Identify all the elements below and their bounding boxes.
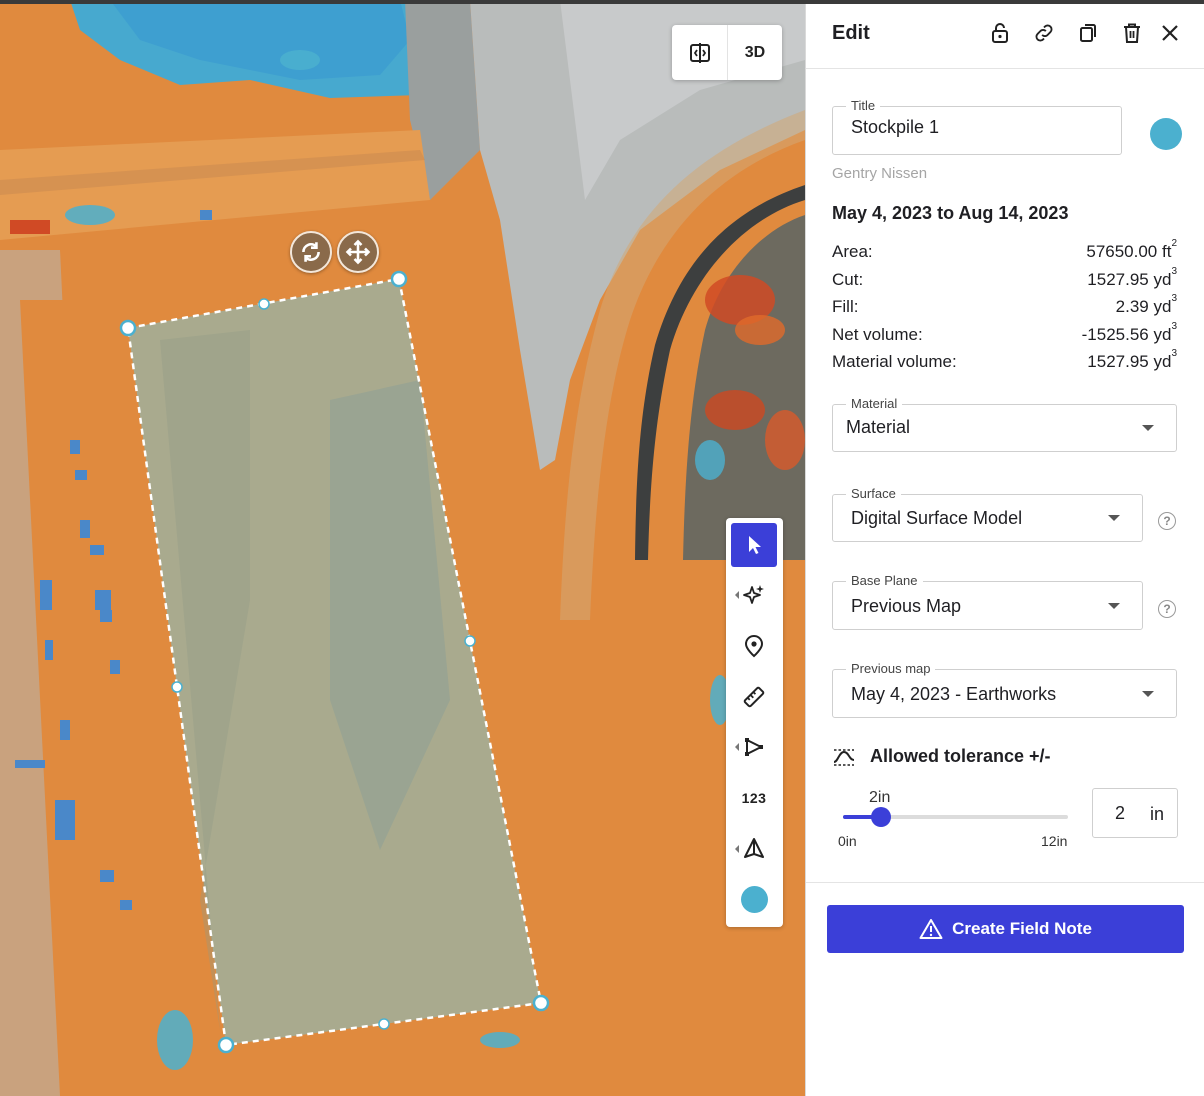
measurement-stats: Area: 57650.00 ft2 Cut: 1527.95 yd3 Fill… (832, 238, 1177, 380)
smart-select-tool[interactable] (731, 573, 777, 617)
surface-help-icon[interactable]: ? (1158, 512, 1176, 530)
expand-caret-icon (735, 591, 739, 599)
title-field-label: Title (846, 98, 881, 113)
base-plane-select-label: Base Plane (846, 573, 923, 588)
move-handle[interactable] (337, 231, 379, 273)
shape-color-picker[interactable] (1150, 118, 1182, 150)
close-icon (1162, 25, 1178, 41)
rotate-icon (302, 242, 320, 262)
previous-map-select-label: Previous map (846, 661, 936, 676)
split-view-icon (689, 42, 710, 63)
surface-select-value: Digital Surface Model (851, 508, 1023, 528)
stat-label: Fill: (832, 297, 859, 316)
stat-value: 1527.95 yd3 (1087, 348, 1177, 371)
panel-title: Edit (832, 22, 870, 44)
rotate-handle[interactable] (290, 231, 332, 273)
material-select-label: Material (846, 396, 903, 411)
panel-header: Edit (806, 4, 1204, 69)
stat-row-material-volume: Material volume: 1527.95 yd3 (832, 348, 1177, 380)
color-swatch-icon (740, 885, 768, 913)
surface-select-label: Surface (846, 486, 901, 501)
copy-icon (1080, 24, 1096, 42)
create-field-note-label: Create Field Note (952, 919, 1092, 938)
stat-label: Material volume: (832, 352, 957, 371)
stat-label: Area: (832, 242, 873, 261)
panel-divider (806, 882, 1204, 883)
create-field-note-button[interactable]: Create Field Note (827, 905, 1184, 953)
split-view-button[interactable] (672, 25, 727, 80)
stat-row-net-volume: Net volume: -1525.56 yd3 (832, 320, 1177, 353)
tolerance-icon (833, 748, 855, 766)
color-tool[interactable] (731, 877, 777, 921)
stat-row-fill: Fill: 2.39 yd3 (832, 293, 1177, 325)
link-icon (1035, 24, 1053, 42)
edit-panel: Edit Title Stockpile 1 Gentry Nissen May… (805, 4, 1204, 1096)
select-tool[interactable] (731, 523, 777, 567)
chevron-down-icon (1142, 425, 1154, 431)
base-plane-help-icon[interactable]: ? (1158, 600, 1176, 618)
tolerance-input[interactable] (1105, 803, 1135, 824)
stat-value: -1525.56 yd3 (1081, 320, 1177, 344)
expand-caret-icon (735, 845, 739, 853)
volume-icon (744, 838, 764, 858)
stat-value: 1527.95 yd3 (1087, 265, 1177, 289)
link-button[interactable] (1031, 20, 1057, 46)
date-range: May 4, 2023 to Aug 14, 2023 (832, 203, 1069, 223)
tolerance-input-box: in (1092, 788, 1178, 838)
material-select[interactable]: Material Material (832, 396, 1177, 452)
delete-button[interactable] (1119, 20, 1145, 46)
base-plane-select-value: Previous Map (851, 596, 962, 616)
slider-max-label: 12in (1041, 833, 1068, 849)
polyline-icon (745, 738, 764, 756)
author-name: Gentry Nissen (832, 165, 928, 182)
measure-tool[interactable] (731, 675, 777, 719)
view-toggle: 3D (672, 25, 782, 80)
lock-icon (992, 23, 1008, 43)
polyline-tool[interactable] (731, 725, 777, 769)
chevron-down-icon (1108, 602, 1120, 609)
pin-tool[interactable] (731, 624, 777, 668)
slider-thumb[interactable] (871, 807, 891, 827)
tolerance-slider[interactable] (843, 807, 1068, 827)
stat-value: 2.39 yd3 (1115, 293, 1177, 316)
chevron-down-icon (1108, 515, 1120, 521)
chevron-down-icon (1142, 690, 1154, 697)
3d-view-button[interactable]: 3D (727, 25, 782, 80)
expand-caret-icon (735, 743, 739, 751)
count-tool[interactable]: 123 (731, 776, 777, 820)
previous-map-select[interactable]: Previous map May 4, 2023 - Earthworks (832, 661, 1177, 718)
title-input[interactable] (851, 117, 1101, 138)
volume-tool[interactable] (731, 827, 777, 871)
title-field: Title (832, 98, 1122, 155)
window-top-border (0, 0, 1204, 4)
cursor-icon (749, 536, 761, 554)
drawing-toolbar: 123 (726, 518, 783, 927)
lock-button[interactable] (987, 20, 1013, 46)
slider-min-label: 0in (838, 833, 857, 849)
map-view[interactable]: 3D 123 (0, 0, 805, 1096)
stat-row-area: Area: 57650.00 ft2 (832, 238, 1177, 270)
tolerance-header: Allowed tolerance +/- (832, 746, 1051, 767)
warning-triangle-icon (919, 919, 943, 939)
close-button[interactable] (1157, 20, 1183, 46)
base-plane-select[interactable]: Base Plane Previous Map (832, 573, 1143, 630)
stat-label: Net volume: (832, 324, 923, 344)
previous-map-select-value: May 4, 2023 - Earthworks (851, 684, 1057, 704)
stat-row-cut: Cut: 1527.95 yd3 (832, 265, 1177, 298)
ruler-icon (743, 686, 765, 708)
map-pin-icon (744, 634, 764, 658)
stat-label: Cut: (832, 269, 864, 289)
surface-select[interactable]: Surface Digital Surface Model (832, 486, 1143, 542)
tolerance-unit: in (1150, 804, 1165, 824)
tolerance-label: Allowed tolerance +/- (870, 746, 1051, 766)
move-icon (345, 239, 371, 265)
stat-value: 57650.00 ft2 (1086, 238, 1177, 261)
sparkle-icon (743, 585, 764, 604)
aerial-imagery (0, 0, 805, 1096)
duplicate-button[interactable] (1075, 20, 1101, 46)
material-select-value: Material (846, 417, 911, 437)
trash-icon (1124, 23, 1140, 43)
tolerance-value-label: 2in (869, 789, 891, 806)
